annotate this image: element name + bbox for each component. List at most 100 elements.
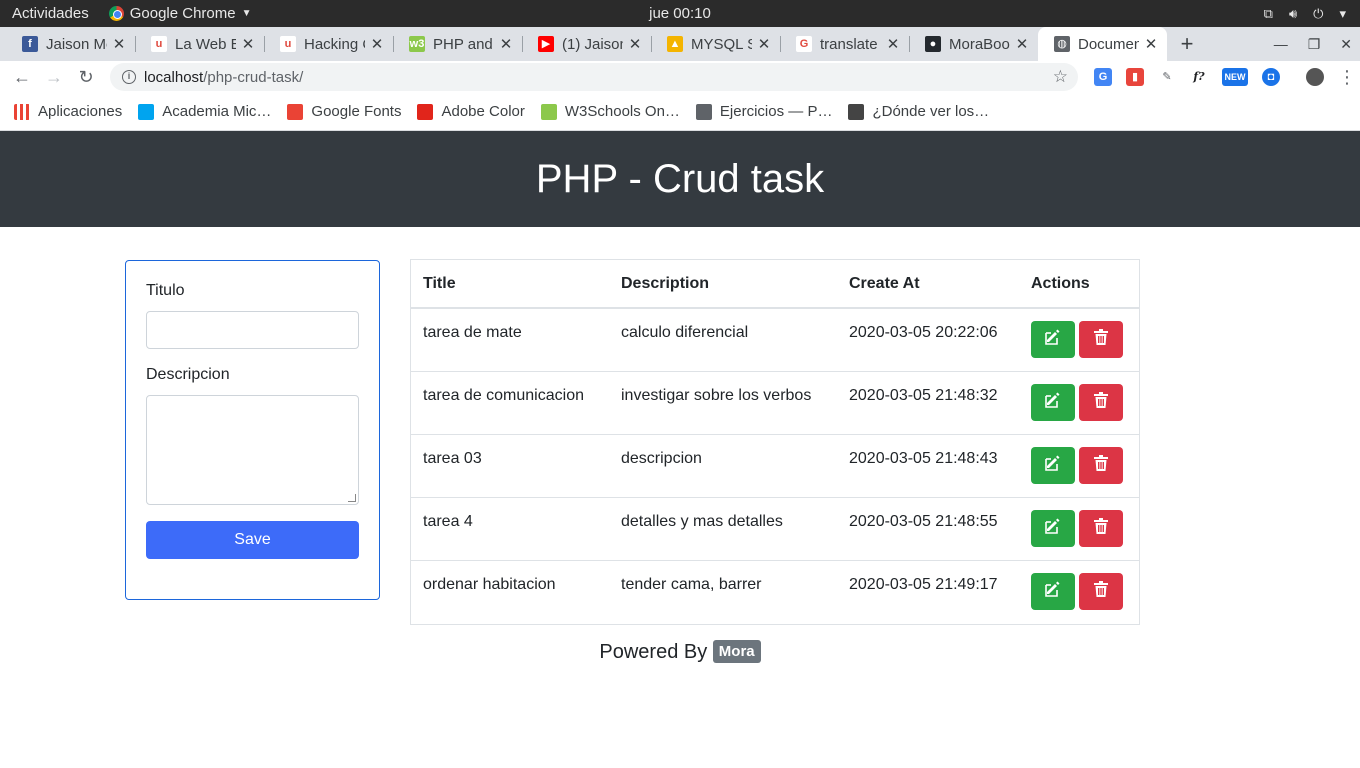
bookmark-item[interactable]: Ejercicios — P… [695,103,833,120]
reload-icon[interactable]: ↻ [70,67,102,88]
browser-tab[interactable]: ▶ (1) Jaison ✕ [522,27,651,61]
close-window-icon[interactable]: ✕ [1340,36,1352,53]
edit-button[interactable] [1031,446,1075,484]
title-input[interactable] [146,311,359,349]
browser-tab[interactable]: f Jaison Mo✕ [6,27,135,61]
kebab-menu-icon[interactable]: ⋮ [1338,67,1356,88]
edit-button[interactable] [1031,383,1075,421]
cell-description: calculo diferencial [621,324,749,341]
browser-tab[interactable]: ● MoraBoo ✕ [909,27,1038,61]
browser-tab[interactable]: u La Web E ✕ [135,27,264,61]
bookmark-item[interactable]: Adobe Color [417,103,525,120]
tab-label: Hacking C [304,35,365,53]
w3schools-icon: w3 [409,36,425,52]
trash-icon [1094,580,1108,602]
whatfont-extension-icon[interactable]: f? [1190,68,1208,86]
edit-button[interactable] [1031,509,1075,547]
bookmark-label: W3Schools On… [564,103,680,120]
os-top-bar: Actividades Google Chrome ▼ jue 00:10 ⧉ … [0,0,1360,27]
delete-button[interactable] [1079,321,1123,358]
close-tab-icon[interactable]: ✕ [1014,35,1030,53]
delete-button[interactable] [1079,509,1123,547]
cell-created: 2020-03-05 20:22:06 [849,324,998,341]
bookmark-item[interactable]: Google Fonts [287,103,401,120]
activities-button[interactable]: Actividades [12,5,89,22]
app-menu[interactable]: Google Chrome ▼ [108,5,252,22]
column-header-actions: Actions [1019,260,1139,309]
browser-tab[interactable]: w3 PHP and J✕ [393,27,522,61]
browser-tab[interactable]: ▲ MYSQL SE✕ [651,27,780,61]
colorpicker-extension-icon[interactable]: ✎ [1158,68,1176,86]
table-row: tarea 4 detalles y mas detalles 2020-03-05… [411,496,1139,560]
table-row: tarea 03 descripcion 2020-03-05 21:48:43 [411,433,1139,497]
row-actions [1031,446,1127,484]
bookmark-extension-icon[interactable]: ◘ [1262,68,1280,86]
save-button[interactable]: Save [146,521,359,559]
tasks-table-container: Title Description Create At Actions tare… [410,259,1140,625]
task-form-card: Titulo Descripcion Save [125,260,380,600]
facebook-icon: f [22,36,38,52]
bookmark-item[interactable]: W3Schools On… [540,103,680,120]
browser-tab[interactable]: ◍ Documen ✕ [1038,27,1167,61]
tab-list: fJaison Mo✕uLa Web E✕uHacking C✕w3PHP an… [6,27,1167,61]
close-tab-icon[interactable]: ✕ [1143,35,1159,53]
window-controls: — ❐ ✕ [1274,27,1352,61]
url-path: /php-crud-task/ [203,68,304,86]
table-row: ordenar habitacion tender cama, barrer 202… [411,559,1139,623]
volume-icon: 🔊︎ [1288,5,1298,21]
cell-description: descripcion [609,433,837,497]
close-tab-icon[interactable]: ✕ [627,35,643,53]
bookmark-item[interactable]: Academia Mic… [138,103,271,120]
network-icon: ⧉ [1263,5,1273,21]
close-tab-icon[interactable]: ✕ [369,35,385,53]
new-badge-extension-icon[interactable]: NEW [1222,68,1248,86]
bookmark-item[interactable]: Aplicaciones [14,103,122,120]
description-textarea[interactable] [146,395,359,505]
page-content: Titulo Descripcion Save Title Descriptio… [0,227,1360,698]
new-tab-button[interactable]: + [1167,27,1207,61]
close-tab-icon[interactable]: ✕ [756,35,772,53]
tab-label: MYSQL SE [691,35,752,53]
info-icon[interactable]: i [122,70,136,84]
row-actions [1031,572,1127,610]
bookmark-item[interactable]: ¿Dónde ver los… [848,103,989,120]
edit-button[interactable] [1031,321,1075,358]
cell-actions [1019,370,1139,434]
delete-button[interactable] [1079,446,1123,484]
browser-tab[interactable]: Gtranslate ✕ [780,27,909,61]
bookmark-label: Adobe Color [441,103,525,120]
description-label: Descripcion [146,366,230,383]
chrome-icon [108,6,124,21]
bookmark-label: ¿Dónde ver los… [872,103,990,120]
cell-actions [1019,496,1139,560]
close-tab-icon[interactable]: ✕ [240,35,256,53]
edit-icon [1045,518,1061,539]
browser-toolbar: ← → ↻ i localhost/php-crud-task/ ☆ G ▮ ✎… [0,61,1360,93]
udemy-icon: u [151,36,167,52]
address-bar[interactable]: i localhost/php-crud-task/ ☆ [110,63,1078,91]
delete-button[interactable] [1079,383,1123,421]
minimize-icon[interactable]: — [1274,36,1288,52]
delete-button[interactable] [1079,572,1123,610]
translate-extension-icon[interactable]: G [1094,68,1112,86]
back-arrow-icon[interactable]: ← [6,67,38,88]
close-tab-icon[interactable]: ✕ [498,35,514,53]
avatar-icon [848,103,865,120]
system-tray[interactable]: ⧉ 🔊︎ ⏻ ▾ [1264,6,1346,22]
row-actions [1031,509,1127,547]
browser-tab[interactable]: u Hacking C✕ [264,27,393,61]
power-icon: ⏻ [1313,5,1324,21]
office-extension-icon[interactable]: ▮ [1126,68,1144,86]
close-tab-icon[interactable]: ✕ [111,35,127,53]
edit-button[interactable] [1031,572,1075,610]
forward-arrow-icon[interactable]: → [38,67,70,88]
bookmark-star-icon[interactable]: ☆ [1053,67,1068,87]
tab-label: translate [820,35,878,53]
restore-icon[interactable]: ❐ [1308,36,1321,53]
profile-avatar[interactable] [1306,68,1324,86]
author-badge: Mora [712,640,761,663]
cell-created: 2020-03-05 21:48:43 [837,433,1019,497]
close-tab-icon[interactable]: ✕ [885,35,901,53]
column-header-description: Description [609,260,837,309]
bookmark-label: Ejercicios — P… [719,103,833,120]
